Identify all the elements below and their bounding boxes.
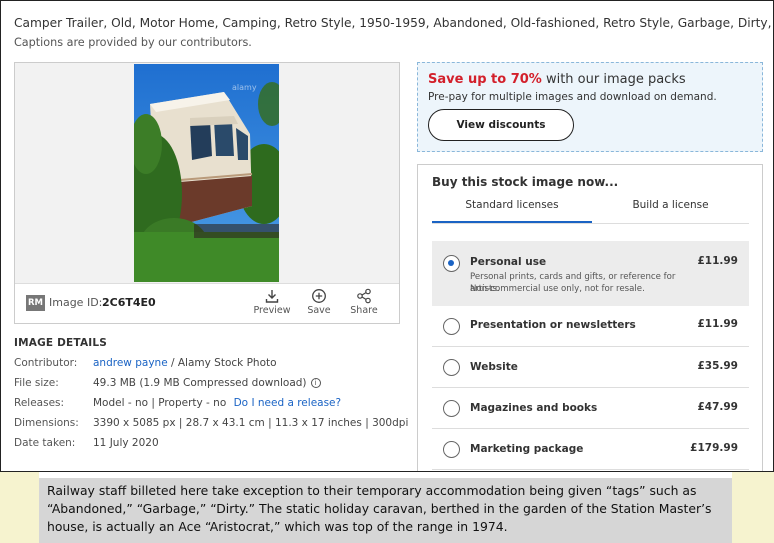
releases-value: Model - no | Property - no [93,397,230,409]
tabs-divider [432,223,749,224]
license-option-marketing[interactable]: Marketing package £179.99 [432,429,749,470]
promo-title-rest: with our image packs [541,72,686,87]
image-toolbar: RM Image ID: 2C6T4E0 Preview Save Share [15,283,399,323]
background-strip-left [0,472,39,543]
filesize-value: 49.3 MB (1.9 MB Compressed download) [93,377,307,389]
buy-title: Buy this stock image now... [432,175,619,189]
radio-personal-use[interactable] [443,255,460,272]
date-value: 11 July 2020 [93,437,159,449]
contributor-label: Contributor: [14,357,78,369]
promo-subtitle: Pre-pay for multiple images and download… [428,91,717,103]
contributor-agency: / Alamy Stock Photo [167,357,277,369]
save-label: Save [307,305,331,316]
alamy-watermark: alamy [232,83,257,92]
license-option-presentation[interactable]: Presentation or newsletters £11.99 [432,306,749,347]
image-pack-promo: Save up to 70% with our image packs Pre-… [417,62,763,152]
license-option-magazines[interactable]: Magazines and books £47.99 [432,388,749,429]
license-option-website[interactable]: Website £35.99 [432,347,749,388]
captions-note: Captions are provided by our contributor… [14,36,252,49]
dimensions-row: Dimensions: 3390 x 5085 px | 28.7 x 43.1 … [14,417,408,429]
stock-photo[interactable]: alamy [134,64,279,282]
date-label: Date taken: [14,437,76,449]
option-price: £179.99 [690,442,738,454]
page-frame: Camper Trailer, Old, Motor Home, Camping… [0,0,774,472]
dimensions-value: 3390 x 5085 px | 28.7 x 43.1 cm | 11.3 x… [93,417,409,429]
option-price: £35.99 [697,360,738,372]
buy-license-panel: Buy this stock image now... Standard lic… [417,164,763,471]
download-icon [265,290,279,303]
share-icon [357,288,371,304]
filesize-label: File size: [14,377,59,389]
option-price: £47.99 [697,401,738,413]
filesize-row: File size: 49.3 MB (1.9 MB Compressed dow… [14,377,321,389]
tab-standard-licenses[interactable]: Standard licenses [432,199,592,223]
promo-title: Save up to 70% with our image packs [428,72,686,87]
image-id-label: Image ID: [49,296,103,309]
dimensions-label: Dimensions: [14,417,79,429]
view-discounts-button[interactable]: View discounts [428,109,574,141]
background-strip-right [732,472,774,543]
contributor-link[interactable]: andrew payne [93,357,168,369]
option-desc-line-2: Non-commercial use only, not for resale. [470,284,645,294]
option-price: £11.99 [697,255,738,267]
caravan-photo-illustration: alamy [134,64,279,282]
option-name: Website [470,361,518,373]
info-icon[interactable]: i [310,378,321,388]
option-price: £11.99 [697,318,738,330]
image-panel: alamy RM Image ID: 2C6T4E0 Preview Save [14,62,400,324]
share-button[interactable]: Share [342,288,386,322]
radio-presentation[interactable] [443,318,460,335]
editorial-caption: Railway staff billeted here take excepti… [39,478,732,543]
share-label: Share [350,305,378,316]
license-option-personal-use[interactable]: Personal use £11.99 Personal prints, car… [432,241,749,306]
releases-row: Releases: Model - no | Property - no Do I… [14,397,341,409]
option-name: Marketing package [470,443,584,455]
option-name: Presentation or newsletters [470,319,636,331]
option-name: Magazines and books [470,402,598,414]
rm-badge: RM [26,295,45,311]
preview-button[interactable]: Preview [250,288,294,322]
date-row: Date taken: 11 July 2020 [14,437,159,449]
release-help-link[interactable]: Do I need a release? [234,397,342,409]
promo-highlight: Save up to 70% [428,72,542,87]
preview-label: Preview [253,305,291,316]
image-details-title: IMAGE DETAILS [14,337,108,349]
releases-label: Releases: [14,397,65,409]
option-name: Personal use [470,256,547,268]
contributor-row: Contributor: andrew payne / Alamy Stock P… [14,357,277,369]
plus-circle-icon [312,289,326,303]
radio-website[interactable] [443,359,460,376]
radio-magazines[interactable] [443,400,460,417]
tab-build-license[interactable]: Build a license [592,199,749,223]
keywords-line: Camper Trailer, Old, Motor Home, Camping… [14,16,772,30]
image-id-value: 2C6T4E0 [102,296,156,309]
radio-marketing[interactable] [443,441,460,458]
save-button[interactable]: Save [297,288,341,322]
